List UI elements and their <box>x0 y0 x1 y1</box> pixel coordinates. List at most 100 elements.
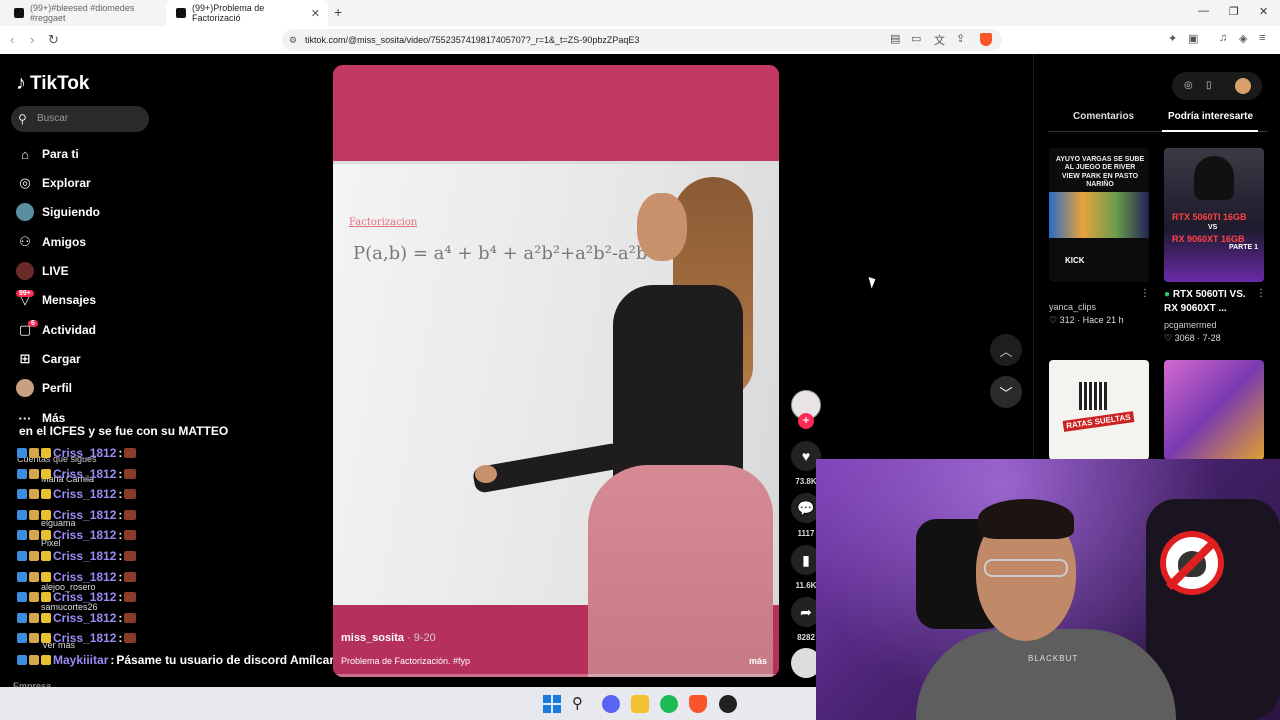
file-explorer-icon[interactable] <box>631 695 649 713</box>
chat-badge-icon <box>29 571 39 582</box>
device-icon[interactable]: ▯ <box>1206 80 1212 91</box>
brave-icon[interactable] <box>689 695 707 713</box>
follow-plus-icon[interactable]: + <box>798 413 814 429</box>
video-stats: ♡ 3068 · 7-28 <box>1164 333 1221 344</box>
chat-badge-icon <box>29 592 39 603</box>
person-hand <box>475 465 497 483</box>
sidebar-item-para-ti[interactable]: ⌂ Para ti <box>16 144 79 164</box>
previous-video-button[interactable]: ︿ <box>990 334 1022 366</box>
compass-small-icon[interactable]: ◎ <box>1184 80 1193 91</box>
video-username: miss_sosita <box>341 632 404 644</box>
chat-separator: : <box>118 507 123 522</box>
chat-message: Criss_1812: <box>17 528 137 542</box>
obs-icon[interactable] <box>719 695 737 713</box>
share-icon[interactable]: ⇪ <box>956 32 965 45</box>
recommended-video-thumbnail[interactable]: AYUYO VARGAS SE SUBE AL JUEGO DE RIVER V… <box>1049 148 1149 282</box>
sidebar-item-live[interactable]: LIVE <box>16 261 69 281</box>
spotify-icon[interactable] <box>660 695 678 713</box>
video-progress-bar[interactable] <box>333 674 779 677</box>
recommended-video-thumbnail[interactable] <box>1164 360 1264 460</box>
forward-icon[interactable]: › <box>30 32 34 47</box>
back-icon[interactable]: ‹ <box>10 32 14 47</box>
heart-outline-icon: ♡ <box>1049 315 1058 325</box>
no-sign-icon <box>1160 531 1224 595</box>
next-video-button[interactable]: ﹀ <box>990 376 1022 408</box>
chat-badge-icon <box>17 571 27 582</box>
sidebar-item-cargar[interactable]: ⊞ Cargar <box>16 349 81 369</box>
sidebar-item-label: Para ti <box>42 147 79 161</box>
emote-icon <box>124 633 137 644</box>
video-player[interactable]: Factorizacion P(a,b) = a⁴ + b⁴ + a²b²+a²… <box>333 65 779 677</box>
tiktok-logo[interactable]: ♪ TikTok <box>16 72 89 95</box>
brave-shield-icon[interactable] <box>980 33 992 46</box>
menu-icon[interactable]: ≡ <box>1259 32 1265 44</box>
chat-username: Criss_1812 <box>53 507 117 522</box>
thumbnail-title: RX 9060XT 16GB <box>1172 234 1245 244</box>
minimize-button[interactable]: — <box>1198 5 1209 17</box>
more-button[interactable]: más <box>749 656 767 666</box>
reader-mode-icon[interactable]: ▤ <box>890 32 900 45</box>
sidebar-item-perfil[interactable]: Perfil <box>16 378 72 398</box>
video-title[interactable]: ● RTX 5060TI VS. RX 9060XT ... <box>1164 288 1254 316</box>
kick-logo: KICK <box>1065 256 1085 265</box>
chat-message: Criss_1812: <box>17 569 137 584</box>
sidebar-item-label: Cargar <box>42 352 81 366</box>
search-input[interactable]: ⚲ Buscar <box>11 106 149 132</box>
messages-badge: 99+ <box>16 290 34 297</box>
new-tab-button[interactable]: + <box>334 4 342 20</box>
person-head <box>637 193 687 261</box>
cast-icon[interactable]: ▭ <box>911 32 921 45</box>
following-avatar <box>16 203 34 221</box>
sidebar-item-label: Explorar <box>42 176 91 190</box>
sidebar-item-explorar[interactable]: ◎ Explorar <box>16 173 91 193</box>
chat-badge-icon <box>17 468 27 479</box>
sidebar-item-siguiendo[interactable]: Siguiendo <box>16 202 100 222</box>
sidebar-item-amigos[interactable]: ⚇ Amigos <box>16 232 86 252</box>
windows-taskbar: ⚲ <box>0 687 816 720</box>
video-author[interactable]: miss_sosita · 9-20 <box>341 632 436 644</box>
reload-icon[interactable]: ↻ <box>48 32 59 48</box>
tab-comentarios[interactable]: Comentarios <box>1073 111 1134 122</box>
translate-icon[interactable]: 文 <box>934 32 945 48</box>
search-placeholder: Buscar <box>37 113 69 124</box>
chat-message: Criss_1812: <box>17 487 137 502</box>
tab-factorizacion[interactable]: (99+)Problema de Factorizació ✕ <box>166 0 328 26</box>
sidebar-item-label: Más <box>42 411 66 425</box>
chat-badge-icon <box>29 612 39 623</box>
video-creator[interactable]: pcgamermed <box>1164 320 1217 330</box>
thumbnail-title: RTX 5060TI 16GB <box>1172 212 1247 222</box>
chevron-up-icon: ︿ <box>999 343 1013 359</box>
streamer-webcam: BLACKBUT <box>816 459 1280 720</box>
chat-username: Criss_1812 <box>53 569 117 584</box>
more-options-icon[interactable]: ⋮ <box>1256 288 1266 299</box>
media-icon[interactable]: ♫ <box>1219 32 1227 44</box>
more-options-icon[interactable]: ⋮ <box>1140 288 1150 299</box>
site-info-icon[interactable]: ⚙ <box>289 29 297 51</box>
recommended-video-thumbnail[interactable]: RATAS SUELTAS <box>1049 360 1149 460</box>
tab-title: (99+)#bleesed #diomedes #reggaet <box>30 3 135 23</box>
emote-icon <box>124 530 137 541</box>
tab-reggaeton[interactable]: (99+)#bleesed #diomedes #reggaet <box>4 0 164 26</box>
chat-username: Criss_1812 <box>53 631 117 646</box>
wallet-icon[interactable]: ◈ <box>1239 32 1247 45</box>
search-icon[interactable]: ⚲ <box>572 695 590 713</box>
video-creator[interactable]: yanca_clips <box>1049 302 1096 312</box>
close-window-button[interactable]: ✕ <box>1259 5 1268 18</box>
chat-text: Pásame tu usuario de discord Amílcar <box>116 653 334 667</box>
chat-separator: : <box>118 446 123 460</box>
chat-badge-icon <box>41 448 51 458</box>
tab-podria-interesarte[interactable]: Podría interesarte <box>1168 111 1253 122</box>
windows-start-icon[interactable] <box>543 695 561 713</box>
sidebar-icon[interactable]: ▣ <box>1188 32 1198 45</box>
chat-badge-icon <box>41 489 51 500</box>
home-icon: ⌂ <box>21 146 29 162</box>
extensions-icon[interactable]: ✦ <box>1168 32 1177 45</box>
chat-separator: : <box>118 487 123 502</box>
discord-icon[interactable] <box>602 695 620 713</box>
restore-button[interactable]: ❐ <box>1229 5 1239 18</box>
share-arrow-icon: ➦ <box>800 603 812 620</box>
user-avatar[interactable] <box>1235 78 1251 94</box>
close-tab-icon[interactable]: ✕ <box>311 7 320 20</box>
recommended-video-thumbnail[interactable]: RTX 5060TI 16GB VS RX 9060XT 16GB PARTE … <box>1164 148 1264 282</box>
tiktok-favicon-icon <box>176 8 186 18</box>
